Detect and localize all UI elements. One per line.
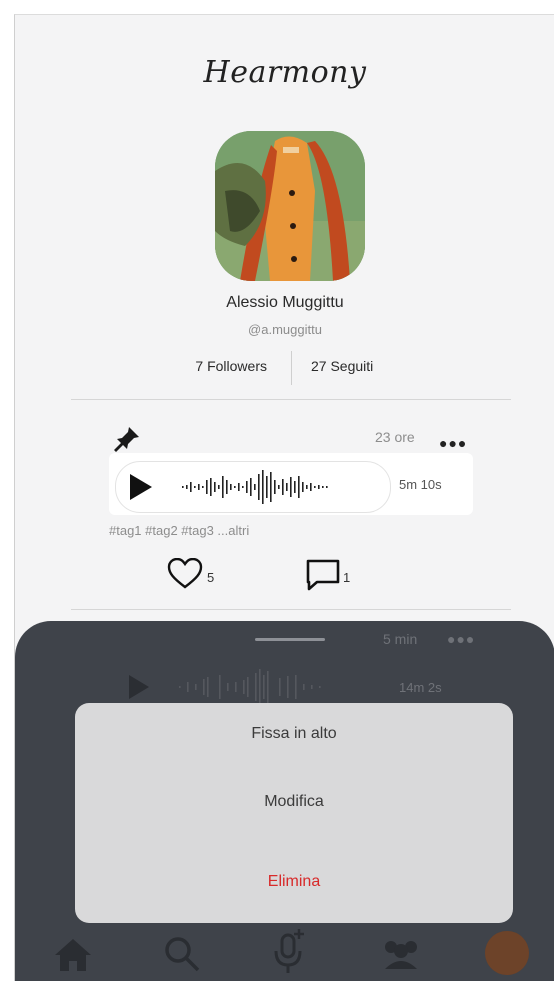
app-root: Hearmony Alessio Muggittu @a.muggittu 7 … xyxy=(0,0,554,981)
followers-count[interactable]: 7 Followers xyxy=(165,358,287,374)
microphone-add-icon[interactable] xyxy=(271,927,307,981)
profile-avatar xyxy=(215,131,365,281)
edit-button[interactable]: Modifica xyxy=(75,793,513,811)
background-audio-player: 14m 2s xyxy=(111,667,475,707)
audio-pill xyxy=(115,461,391,513)
profile-handle: @a.muggittu xyxy=(248,322,322,337)
bottom-nav xyxy=(15,923,554,981)
play-icon[interactable] xyxy=(130,474,152,500)
stats-divider xyxy=(291,351,292,385)
comment-icon[interactable] xyxy=(305,558,341,597)
waveform-icon[interactable] xyxy=(178,468,378,506)
sheet-drag-handle[interactable] xyxy=(255,638,325,641)
heart-icon[interactable] xyxy=(167,557,203,595)
pin-icon xyxy=(111,419,145,453)
home-icon[interactable] xyxy=(53,935,93,978)
profile-avatar[interactable] xyxy=(485,931,529,980)
comment-count: 1 xyxy=(343,570,351,585)
post-time: 23 ore xyxy=(375,429,415,445)
divider xyxy=(71,399,511,400)
profile-name: Alessio Muggittu xyxy=(226,294,344,311)
background-post-time: 5 min xyxy=(383,631,418,647)
delete-button[interactable]: Elimina xyxy=(75,873,513,891)
following-count[interactable]: 27 Seguiti xyxy=(311,358,373,374)
post-tags[interactable]: #tag1 #tag2 #tag3 ...altri xyxy=(109,523,249,538)
post-actions-menu: Fissa in alto Modifica Elimina xyxy=(75,703,513,923)
like-count: 5 xyxy=(207,570,215,585)
app-logo: Hearmony xyxy=(203,55,367,90)
people-icon[interactable] xyxy=(377,935,425,978)
background-play-icon xyxy=(129,675,149,699)
pin-to-top-button[interactable]: Fissa in alto xyxy=(75,725,513,743)
background-more-icon: ●●● xyxy=(447,631,476,647)
phone-screen: Hearmony Alessio Muggittu @a.muggittu 7 … xyxy=(14,14,554,981)
background-waveform-icon xyxy=(179,669,321,705)
audio-duration: 5m 10s xyxy=(399,477,442,492)
audio-player: 5m 10s xyxy=(109,453,473,515)
more-options-icon[interactable]: ●●● xyxy=(439,435,467,451)
background-audio-duration: 14m 2s xyxy=(399,680,442,695)
divider xyxy=(71,609,511,610)
search-icon[interactable] xyxy=(163,935,201,978)
